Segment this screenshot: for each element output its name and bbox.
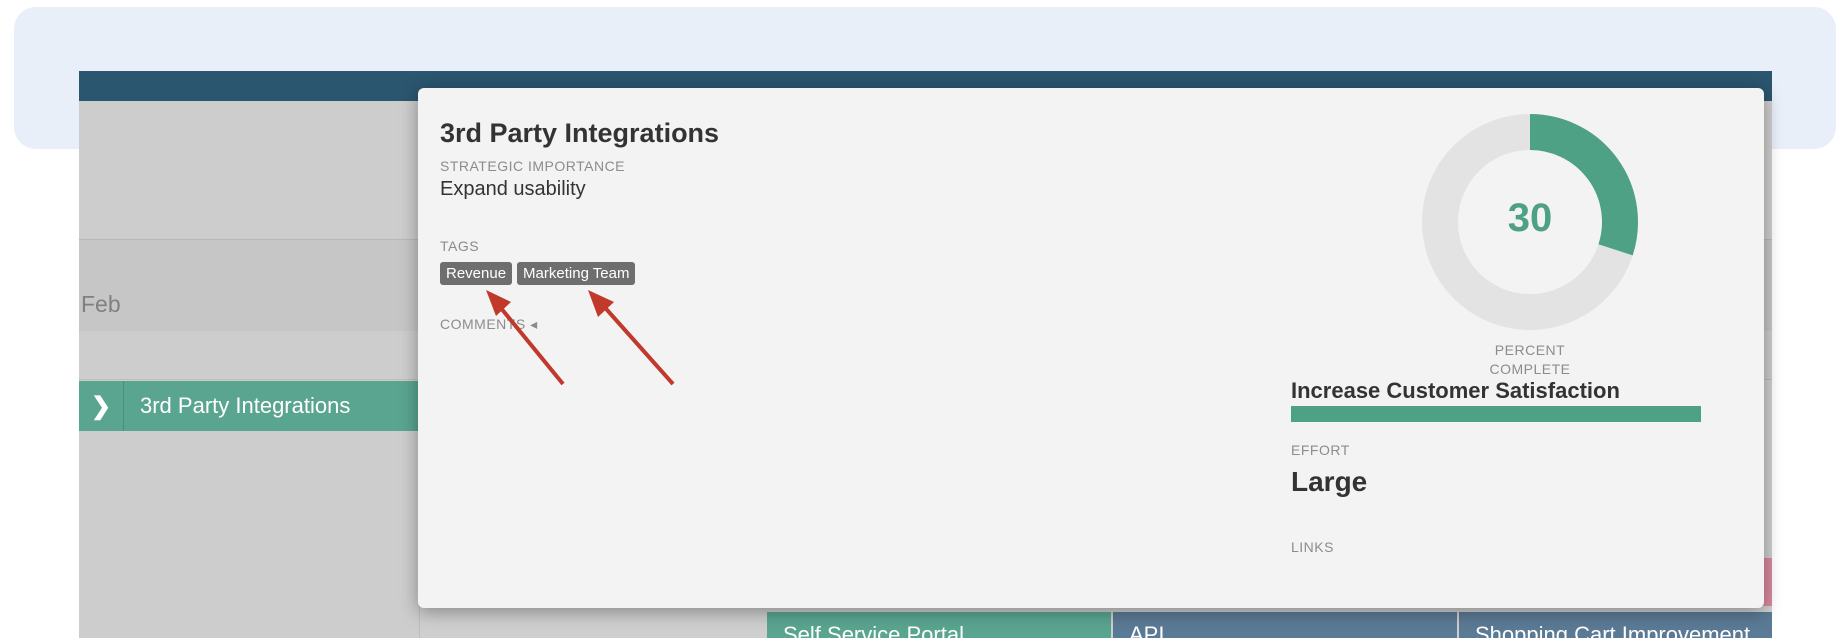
tag-list: Revenue Marketing Team — [440, 262, 636, 285]
percent-complete-label-line1: PERCENT — [1494, 342, 1566, 358]
strategic-importance-value: Expand usability — [440, 178, 586, 200]
timeline-card-self-service-portal[interactable]: Self Service Portal — [767, 612, 1111, 638]
tag-marketing-team[interactable]: Marketing Team — [517, 262, 636, 285]
tag-revenue[interactable]: Revenue — [440, 262, 513, 285]
red-arrow-icon — [588, 290, 675, 386]
percent-complete-label-line2: COMPLETE — [1489, 361, 1571, 377]
tags-label: TAGS — [440, 238, 480, 254]
red-arrow-icon — [486, 290, 565, 386]
percent-complete-label: PERCENT COMPLETE — [1418, 341, 1642, 379]
links-label: LINKS — [1291, 539, 1334, 555]
page: Feb ❯ 3rd Party Integrations Self Servic… — [0, 0, 1847, 638]
timeline-card-api[interactable]: API — [1113, 612, 1457, 638]
feature-detail-popup: 3rd Party Integrations STRATEGIC IMPORTA… — [418, 88, 1764, 608]
goal-progress-bar — [1291, 406, 1701, 422]
feature-row[interactable]: ❯ 3rd Party Integrations — [79, 381, 424, 431]
goal-title: Increase Customer Satisfaction — [1291, 378, 1620, 403]
effort-label: EFFORT — [1291, 442, 1350, 458]
chevron-right-icon[interactable]: ❯ — [79, 381, 124, 431]
timeline-month-label: Feb — [81, 291, 121, 317]
percent-complete-value: 30 — [1507, 196, 1553, 240]
popup-title: 3rd Party Integrations — [440, 118, 720, 148]
strategic-importance-label: STRATEGIC IMPORTANCE — [440, 158, 626, 174]
feature-row-label: 3rd Party Integrations — [140, 393, 351, 418]
goal-progress-fill — [1291, 406, 1701, 422]
effort-value: Large — [1291, 466, 1368, 497]
timeline-card-shopping-cart[interactable]: Shopping Cart Improvement — [1459, 612, 1772, 638]
